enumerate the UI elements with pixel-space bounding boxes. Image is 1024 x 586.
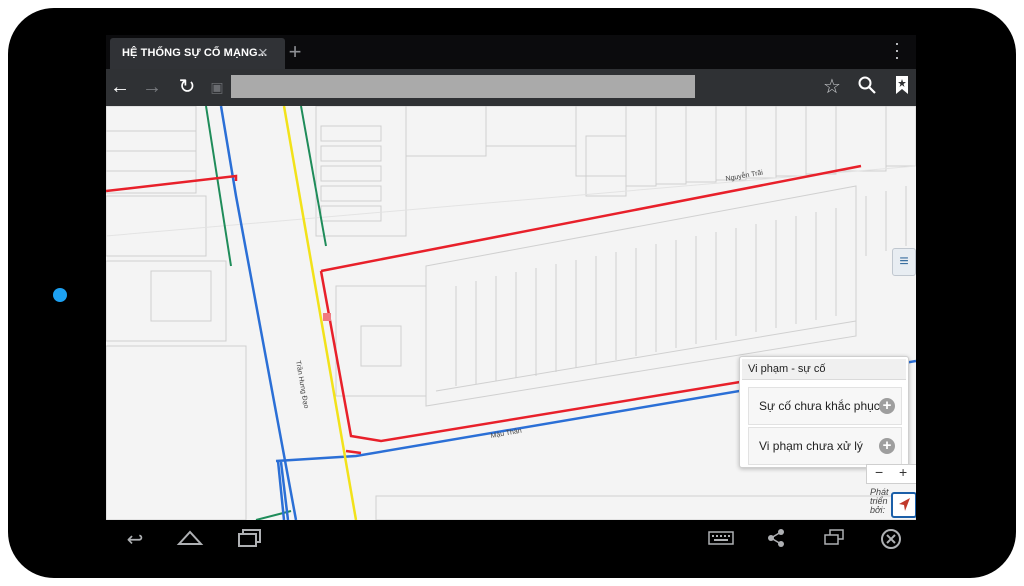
panel-item-violations[interactable]: Vi phạm chưa xử lý + <box>748 427 902 465</box>
zoom-out-button[interactable]: − <box>875 464 883 480</box>
forward-arrow-icon[interactable]: → <box>140 75 164 99</box>
back-icon[interactable]: ↩ <box>118 528 152 552</box>
back-arrow-icon[interactable]: ← <box>108 75 132 99</box>
node-marker <box>323 313 331 321</box>
tab-bar: HỆ THỐNG SỰ CỐ MẠNG... × + · · · <box>106 35 916 69</box>
block-lots <box>335 185 916 520</box>
layers-menu-icon[interactable]: ≡ <box>892 248 916 276</box>
window-icon[interactable] <box>817 528 851 552</box>
street-label-mau-than: Mậu Thân <box>490 428 522 440</box>
camera-dot <box>53 288 67 302</box>
new-tab-plus-icon[interactable]: + <box>282 41 308 65</box>
map-view[interactable]: Nguyễn Trãi Trần Hưng Đạo Mậu Thân ≡ Vi … <box>106 106 916 520</box>
star-icon[interactable]: ☆ <box>820 75 844 99</box>
page-icon: ▣ <box>210 79 224 95</box>
panel-item-incidents[interactable]: Sự cố chưa khắc phục + <box>748 387 902 425</box>
android-nav-bar: ↩ <box>106 520 916 562</box>
incident-panel: Vi phạm - sự cố Sự cố chưa khắc phục + V… <box>739 356 909 468</box>
close-circle-icon[interactable] <box>874 528 908 556</box>
browser-toolbar: ← → ↻ ▣ ☆ <box>106 69 916 106</box>
zoom-control: − + <box>866 464 916 484</box>
close-icon[interactable]: × <box>258 43 268 63</box>
panel-item-label: Vi phạm chưa xử lý <box>759 439 863 453</box>
recent-apps-icon[interactable] <box>233 528 267 554</box>
search-icon[interactable] <box>855 75 879 101</box>
browser-screen: HỆ THỐNG SỰ CỐ MẠNG... × + · · · ← → ↻ ▣ ☆ <box>106 35 916 520</box>
reload-icon[interactable]: ↻ <box>175 75 199 99</box>
home-icon[interactable] <box>173 528 207 552</box>
report-label: Phát triển bởi: <box>870 487 889 515</box>
overflow-menu-icon[interactable]: · · · <box>893 35 901 66</box>
plus-circle-icon[interactable]: + <box>879 398 895 414</box>
panel-title: Vi phạm - sự cố <box>748 363 826 375</box>
street-label-tran-hung-dao: Trần Hưng Đạo <box>294 360 311 409</box>
tab-title: HỆ THỐNG SỰ CỐ MẠNG... <box>122 47 268 59</box>
share-icon[interactable] <box>759 528 793 554</box>
panel-item-label: Sự cố chưa khắc phục <box>759 399 880 413</box>
navigation-arrow-icon[interactable] <box>891 492 916 518</box>
url-bar[interactable] <box>231 75 695 98</box>
bookmark-icon[interactable] <box>890 75 914 101</box>
plus-circle-icon[interactable]: + <box>879 438 895 454</box>
zoom-in-button[interactable]: + <box>899 464 907 480</box>
tab-active[interactable]: HỆ THỐNG SỰ CỐ MẠNG... × <box>110 38 285 69</box>
panel-header: Vi phạm - sự cố <box>742 359 906 380</box>
keyboard-icon[interactable] <box>704 528 738 552</box>
